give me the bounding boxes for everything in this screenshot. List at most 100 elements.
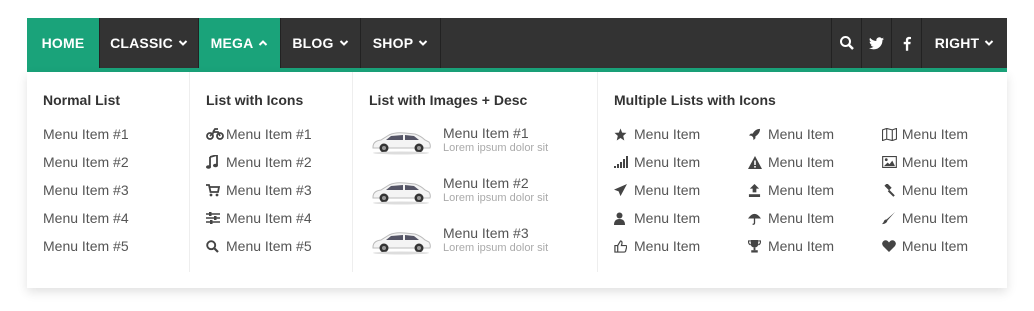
list-item[interactable]: Menu Item [748,125,882,153]
image-icon [881,153,902,171]
column-title: Normal List [43,92,121,108]
column-title: List with Images + Desc [369,92,528,108]
icon-list-column: List with Icons Menu Item #1 Menu Item #… [190,72,353,272]
image-list-item[interactable]: Menu Item #1 Lorem ipsum dolor sit [369,125,581,175]
list-item[interactable]: Menu Item [614,209,748,237]
list-item-label: Menu Item [634,126,701,142]
list-item[interactable]: Menu Item [614,125,748,153]
chevron-down-icon [984,38,994,48]
list-item[interactable]: Menu Item #4 [206,209,336,237]
nav-blog-label: BLOG [292,35,334,51]
list-item[interactable]: Menu Item [881,237,991,265]
search-icon [206,237,226,255]
list-item[interactable]: Menu Item [747,153,882,181]
list-item[interactable]: Menu Item #5 [43,237,173,265]
list-item-label: Menu Item [901,154,969,170]
image-item-description: Lorem ipsum dolor sit [443,242,549,254]
list-item[interactable]: Menu Item [614,153,748,181]
list-item[interactable]: Menu Item [747,237,882,265]
list-item-label: Menu Item #4 [226,210,312,226]
list-item-label: Menu Item [767,210,835,226]
list-item-label: Menu Item [634,238,701,254]
car-image [369,177,433,205]
nav-right[interactable]: RIGHT [922,18,1007,68]
list-item[interactable]: Menu Item [881,153,991,181]
user-icon [614,209,634,227]
mega-menu-panel: Normal List Menu Item #1 Menu Item #2 Me… [27,72,1007,288]
twitter-button[interactable] [862,18,892,68]
list-item[interactable]: Menu Item [747,209,882,237]
list-item[interactable]: Menu Item [614,181,748,209]
twitter-icon [869,36,884,49]
list-item[interactable]: Menu Item [614,237,748,265]
list-item-label: Menu Item #1 [226,126,312,142]
facebook-button[interactable] [892,18,922,68]
list-item[interactable]: Menu Item #1 [206,125,336,153]
nav-shop[interactable]: SHOP [361,18,441,68]
car-image [369,127,433,155]
list-item-label: Menu Item #5 [226,238,312,254]
list-item[interactable]: Menu Item #2 [43,153,173,181]
list-item-label: Menu Item #5 [43,238,129,254]
list-item[interactable]: Menu Item #5 [206,237,336,265]
nav-right-label: RIGHT [934,35,980,51]
list-item-label: Menu Item #3 [226,182,312,198]
sublist-b: Menu Item Menu Item Menu Item Menu Item … [747,125,882,265]
chevron-down-icon [178,38,188,48]
upload-icon [748,181,768,199]
list-item-label: Menu Item #2 [226,154,312,170]
list-item-label: Menu Item [901,182,969,198]
list-item-label: Menu Item [901,238,969,254]
paint-brush-icon [881,209,902,227]
list-item[interactable]: Menu Item [882,181,991,209]
nav-blog[interactable]: BLOG [281,18,361,68]
list-item-label: Menu Item [901,210,969,226]
main-navbar: HOME CLASSIC MEGA BLOG SHOP RIGHT [27,18,1007,72]
list-item-label: Menu Item [634,210,701,226]
multi-list-grid: Menu Item Menu Item Menu Item Menu Item … [614,125,991,265]
image-item-title: Menu Item #1 [443,125,529,141]
list-item[interactable]: Menu Item [881,125,991,153]
list-item[interactable]: Menu Item #4 [43,209,173,237]
sublist-a: Menu Item Menu Item Menu Item Menu Item … [614,125,748,265]
list-item-label: Menu Item [767,182,835,198]
nav-mega-label: MEGA [210,35,254,51]
thumbs-up-icon [614,237,634,255]
nav-home[interactable]: HOME [27,18,100,68]
sublist-c: Menu Item Menu Item Menu Item Menu Item … [881,125,991,265]
nav-classic[interactable]: CLASSIC [100,18,199,68]
facebook-icon [903,36,911,51]
search-button[interactable] [832,18,862,68]
warning-icon [747,153,768,171]
trophy-icon [747,237,768,255]
list-item[interactable]: Menu Item #1 [43,125,173,153]
rocket-icon [748,125,768,143]
image-list-item[interactable]: Menu Item #2 Lorem ipsum dolor sit [369,175,581,225]
paper-plane-icon [614,181,634,199]
chevron-down-icon [418,38,428,48]
list-item[interactable]: Menu Item [748,181,882,209]
nav-shop-label: SHOP [372,35,414,51]
list-item-label: Menu Item [767,154,835,170]
list-item-label: Menu Item [767,238,835,254]
list-item-label: Menu Item #3 [43,182,129,198]
image-item-description: Lorem ipsum dolor sit [443,142,549,154]
motorcycle-icon [206,125,226,143]
gavel-icon [882,181,902,199]
car-image [369,227,433,255]
image-list-item[interactable]: Menu Item #3 Lorem ipsum dolor sit [369,225,581,275]
umbrella-icon [747,209,768,227]
chevron-down-icon [339,38,349,48]
list-item-label: Menu Item [767,126,835,142]
nav-spacer [441,18,832,68]
column-title: List with Icons [206,92,304,108]
nav-mega[interactable]: MEGA [199,18,281,68]
list-item-label: Menu Item #2 [43,154,129,170]
list-item[interactable]: Menu Item #3 [43,181,173,209]
list-item[interactable]: Menu Item [881,209,991,237]
list-item[interactable]: Menu Item #3 [206,181,336,209]
star-icon [614,125,634,143]
list-item[interactable]: Menu Item #2 [206,153,336,181]
list-item-label: Menu Item [634,154,701,170]
chevron-up-icon [258,38,268,48]
